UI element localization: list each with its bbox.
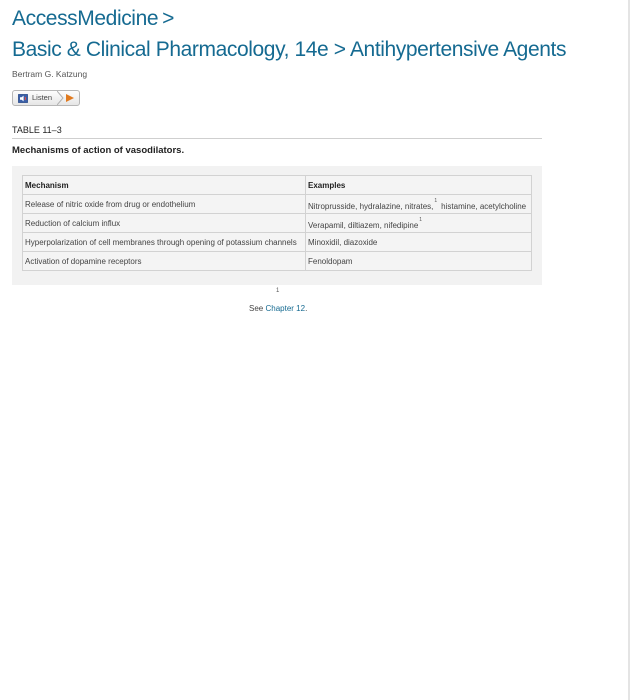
speaker-icon <box>18 94 28 103</box>
column-header-mechanism: Mechanism <box>22 175 306 195</box>
table-label: TABLE 11–3 <box>12 125 62 135</box>
table-row: Reduction of calcium influx Verapamil, d… <box>22 213 532 233</box>
table-row: Release of nitric oxide from drug or end… <box>22 194 532 214</box>
footnote-suffix: . <box>305 304 308 313</box>
table-caption: Mechanisms of action of vasodilators. <box>12 145 185 156</box>
examples-text-continued: histamine, acetylcholine <box>441 201 527 211</box>
examples-cell: Fenoldopam <box>305 251 532 271</box>
chapter-12-link[interactable]: Chapter 12 <box>265 304 305 313</box>
author-name: Bertram G. Katzung <box>12 69 88 79</box>
column-header-examples: Examples <box>305 175 532 195</box>
examples-cell: Minoxidil, diazoxide <box>305 232 532 252</box>
footnote-text: See Chapter 12. <box>249 304 307 313</box>
footnote-ref[interactable]: 1 <box>434 198 437 204</box>
mechanism-cell: Activation of dopamine receptors <box>22 251 306 271</box>
breadcrumb-separator: > <box>162 7 175 30</box>
examples-text: Nitroprusside, hydralazine, nitrates, <box>308 201 434 211</box>
divider-chevron-icon <box>57 91 64 105</box>
listen-label: Listen <box>32 93 53 102</box>
footnote-prefix: See <box>249 304 264 313</box>
page-title: Basic & Clinical Pharmacology, 14e > Ant… <box>12 38 566 62</box>
breadcrumb: AccessMedicine > <box>12 7 174 31</box>
examples-cell: Verapamil, diltiazem, nifedipine1 <box>305 213 532 233</box>
examples-cell: Nitroprusside, hydralazine, nitrates,1 hi… <box>305 194 532 214</box>
table-row: Activation of dopamine receptors Fenoldo… <box>22 251 532 271</box>
mechanism-cell: Reduction of calcium influx <box>22 213 306 233</box>
chapter-title: Antihypertensive Agents <box>349 38 567 61</box>
mechanism-cell: Hyperpolarization of cell membranes thro… <box>22 232 306 252</box>
play-icon[interactable] <box>66 94 74 102</box>
divider <box>12 138 542 139</box>
examples-text: Verapamil, diltiazem, nifedipine <box>308 220 419 230</box>
footnote-marker: 1 <box>276 288 280 294</box>
listen-button[interactable]: Listen <box>12 90 80 106</box>
table-panel: Mechanism Examples Release of nitric oxi… <box>12 166 542 285</box>
breadcrumb-site-link[interactable]: AccessMedicine <box>12 7 159 30</box>
mechanism-cell: Release of nitric oxide from drug or end… <box>22 194 306 214</box>
title-separator: > <box>333 38 346 61</box>
book-title-link[interactable]: Basic & Clinical Pharmacology, 14e <box>12 38 329 61</box>
vasodilators-table: Mechanism Examples Release of nitric oxi… <box>22 175 532 271</box>
footnote-ref[interactable]: 1 <box>419 217 422 223</box>
table-header-row: Mechanism Examples <box>22 175 532 195</box>
table-row: Hyperpolarization of cell membranes thro… <box>22 232 532 252</box>
